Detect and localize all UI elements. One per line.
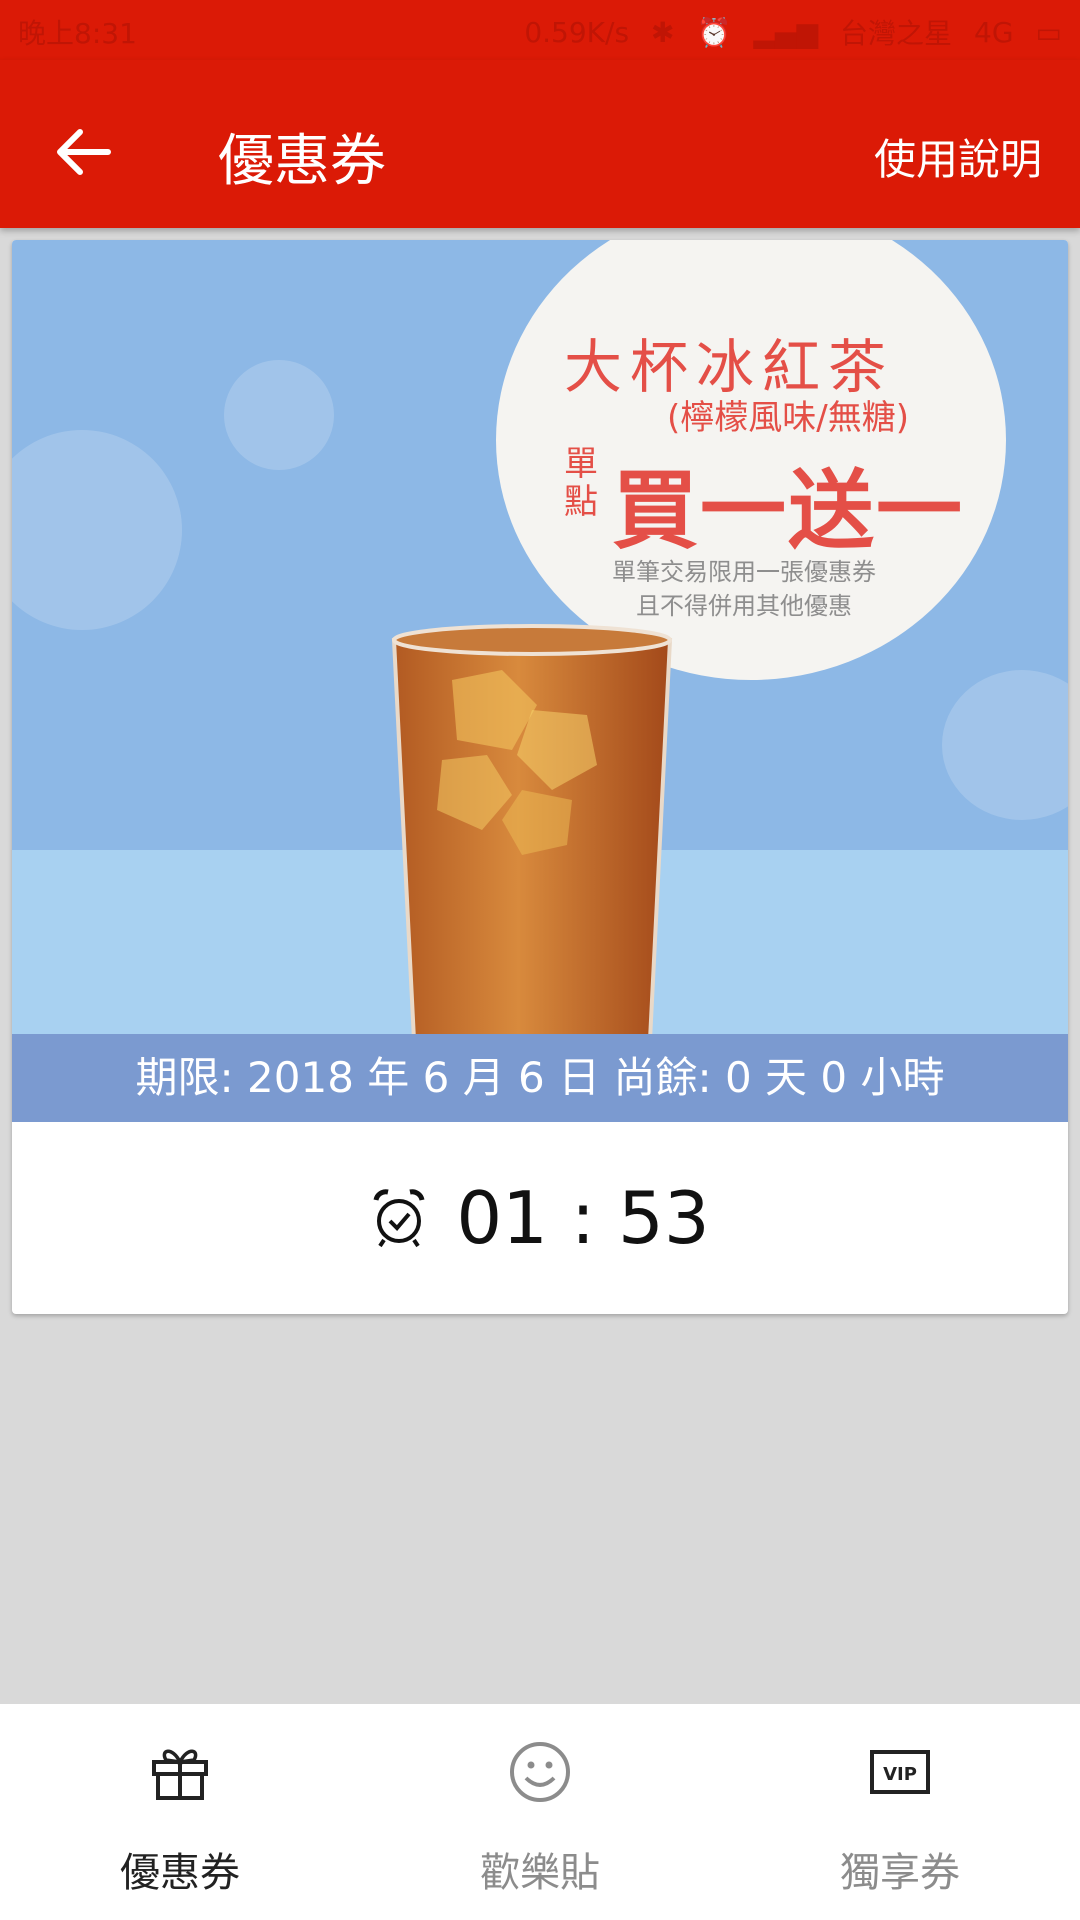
battery-icon: ▭ [1035,15,1062,49]
nav-item-vip[interactable]: VIP 獨享券 [720,1704,1080,1920]
promo-subtitle: (檸檬風味/無糖) [667,398,909,438]
network-speed: 0.59K/s [524,15,630,49]
nav-label-vip: 獨享券 [840,1850,960,1896]
promo-terms: 單筆交易限用一張優惠券 且不得併用其他優惠 [594,555,894,623]
coupon-card[interactable]: 大杯冰紅茶 (檸檬風味/無糖) 單點 買一送一 單筆交易限用一張優惠券 且不得併… [12,240,1068,1314]
nav-item-coupons[interactable]: 優惠券 [0,1704,360,1920]
network-type: 4G [974,15,1014,49]
app-bar: 優惠券 使用說明 [0,60,1080,228]
countdown-timer: 01 : 53 [12,1122,1068,1314]
help-link[interactable]: 使用說明 [874,126,1042,187]
bottom-nav: 優惠券 歡樂貼 VIP 獨享券 [0,1704,1080,1920]
coupon-banner-image: 大杯冰紅茶 (檸檬風味/無糖) 單點 買一送一 單筆交易限用一張優惠券 且不得併… [12,240,1068,1034]
smiley-icon [510,1742,570,1802]
arrow-left-icon [57,129,111,175]
bluetooth-icon: ✱ [651,15,675,49]
expiry-info: 期限: 2018 年 6 月 6 日 尚餘: 0 天 0 小時 [12,1034,1068,1122]
iced-tea-glass-image [391,624,673,1034]
promo-terms-line2: 且不得併用其他優惠 [636,592,852,620]
carrier-name: 台灣之星 [840,17,953,50]
back-button[interactable] [44,112,124,192]
page-title: 優惠券 [218,129,386,194]
promo-order-note: 單點 [564,444,598,522]
promo-offer: 買一送一 [612,461,964,561]
nav-label-stickers: 歡樂貼 [480,1850,600,1896]
nav-item-stickers[interactable]: 歡樂貼 [360,1704,720,1920]
status-bar: 晚上8:31 0.59K/s ✱ ⏰ ▂▄▆ 台灣之星 4G ▭ [0,0,1080,60]
svg-text:VIP: VIP [883,1764,917,1785]
timer-value: 01 : 53 [456,1176,710,1260]
alarm-icon: ⏰ [696,15,732,49]
status-time: 晚上8:31 [18,17,137,50]
alarm-clock-icon [373,1189,425,1248]
gift-icon [152,1749,208,1800]
signal-icon: ▂▄▆ [753,15,818,49]
promo-terms-line1: 單筆交易限用一張優惠券 [612,558,876,586]
vip-icon: VIP [870,1750,930,1794]
nav-label-coupons: 優惠券 [120,1850,240,1896]
